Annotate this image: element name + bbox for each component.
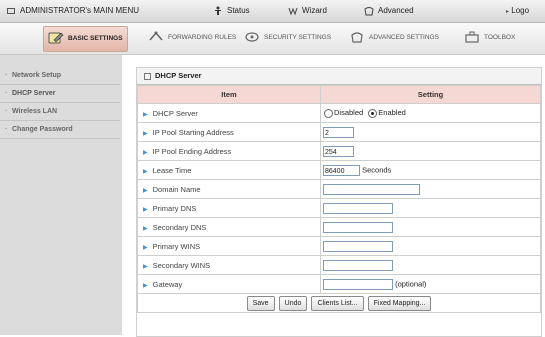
wizard-icon	[288, 6, 298, 16]
bullet-icon: ·	[5, 72, 8, 79]
optional-label: (optional)	[395, 278, 427, 288]
sidebar-item-dhcp-server[interactable]: · DHCP Server	[0, 85, 120, 103]
tab-security-settings[interactable]: SECURITY SETTINGS	[240, 26, 335, 50]
secondary-dns-input[interactable]	[323, 221, 393, 233]
table-row: ▶ Primary DNS	[137, 198, 541, 218]
column-header-setting: Setting	[320, 85, 541, 104]
clients-list-button[interactable]: Clients List...	[311, 295, 364, 311]
tab-toolbox[interactable]: TOOLBOX	[460, 26, 519, 50]
settings-table: Item Setting ▶ DHCP Server Disabled Enabl…	[137, 85, 541, 313]
table-row: ▶ IP Pool Starting Address 2	[137, 122, 541, 142]
bullet-icon: ·	[5, 90, 8, 97]
dhcp-enabled-radio[interactable]	[368, 108, 378, 118]
logout-link[interactable]: ▸ Logo	[506, 5, 529, 17]
lease-time-input[interactable]: 86400	[323, 164, 360, 176]
pool-end-input[interactable]: 254	[323, 145, 354, 157]
wizard-link[interactable]: Wizard	[288, 5, 327, 17]
sidebar-item-change-password[interactable]: · Change Password	[0, 121, 120, 139]
menu-box-icon	[6, 6, 16, 16]
sidebar-item-network-setup[interactable]: · Network Setup	[0, 67, 120, 85]
table-row: ▶ Lease Time 86400 Seconds	[137, 160, 541, 180]
table-row: ▶ Primary WINS	[137, 236, 541, 256]
pool-start-input[interactable]: 2	[323, 126, 354, 138]
arrow-right-icon: ▶	[143, 263, 148, 270]
sidebar: · Network Setup · DHCP Server · Wireless LA…	[0, 55, 122, 335]
secondary-wins-input[interactable]	[323, 259, 393, 271]
column-header-item: Item	[137, 85, 321, 104]
gateway-input[interactable]	[323, 278, 393, 290]
arrow-right-icon: ▶	[143, 130, 148, 137]
table-row: ▶ Secondary WINS	[137, 255, 541, 275]
arrow-right-icon: ▶	[143, 244, 148, 251]
advanced-link[interactable]: Advanced	[364, 5, 414, 17]
status-figure-icon	[213, 6, 223, 16]
lease-unit-label: Seconds	[362, 164, 392, 174]
security-icon	[244, 30, 260, 44]
panel-title: DHCP Server	[137, 68, 541, 85]
button-row: Save Undo Clients List... Fixed Mapping.…	[137, 293, 541, 313]
row-label: ▶ DHCP Server	[137, 103, 321, 123]
arrow-right-icon: ▶	[143, 225, 148, 232]
primary-dns-input[interactable]	[323, 202, 393, 214]
tab-forwarding-rules[interactable]: FORWARDING RULES	[144, 26, 240, 50]
arrow-right-icon: ▶	[143, 168, 148, 175]
top-menu-bar: ADMINISTRATOR's MAIN MENU Status Wizard …	[0, 0, 545, 23]
status-link[interactable]: Status	[213, 5, 250, 17]
basic-settings-icon	[48, 31, 64, 45]
sidebar-item-wireless-lan[interactable]: · Wireless LAN	[0, 103, 120, 121]
fixed-mapping-button[interactable]: Fixed Mapping...	[367, 295, 432, 311]
forwarding-icon	[148, 30, 164, 44]
arrow-right-icon: ▶	[143, 206, 148, 213]
arrow-right-icon: ▶	[143, 149, 148, 156]
dhcp-disabled-radio[interactable]	[324, 108, 333, 118]
tab-advanced-settings[interactable]: ADVANCED SETTINGS	[345, 26, 443, 50]
dhcp-panel: DHCP Server Item Setting ▶ DHCP Server Di…	[136, 67, 542, 337]
table-row: ▶ DHCP Server Disabled Enabled	[137, 103, 541, 123]
bullet-icon: ·	[5, 126, 8, 133]
domain-name-input[interactable]	[323, 183, 420, 195]
arrow-right-icon: ▸	[506, 9, 510, 15]
arrow-right-icon: ▶	[143, 111, 148, 118]
table-row: ▶ Domain Name	[137, 179, 541, 199]
advanced-settings-icon	[349, 30, 365, 44]
table-header-row: Item Setting	[137, 85, 541, 104]
admin-main-menu[interactable]: ADMINISTRATOR's MAIN MENU	[6, 5, 139, 17]
undo-button[interactable]: Undo	[278, 295, 308, 311]
table-row: ▶ IP Pool Ending Address 254	[137, 141, 541, 161]
arrow-right-icon: ▶	[143, 282, 148, 289]
primary-wins-input[interactable]	[323, 240, 393, 252]
save-button[interactable]: Save	[246, 295, 275, 311]
tab-basic-settings[interactable]: BASIC SETTINGS	[43, 26, 128, 52]
table-row: ▶ Secondary DNS	[137, 217, 541, 237]
toolbox-icon	[464, 30, 480, 44]
main-tabs: BASIC SETTINGS FORWARDING RULES SECURITY…	[0, 23, 545, 55]
arrow-right-icon: ▶	[143, 187, 148, 194]
bullet-icon: ·	[5, 108, 8, 115]
title-box-icon	[144, 72, 151, 80]
table-row: ▶ Gateway (optional)	[137, 274, 541, 294]
advanced-icon	[364, 6, 374, 16]
